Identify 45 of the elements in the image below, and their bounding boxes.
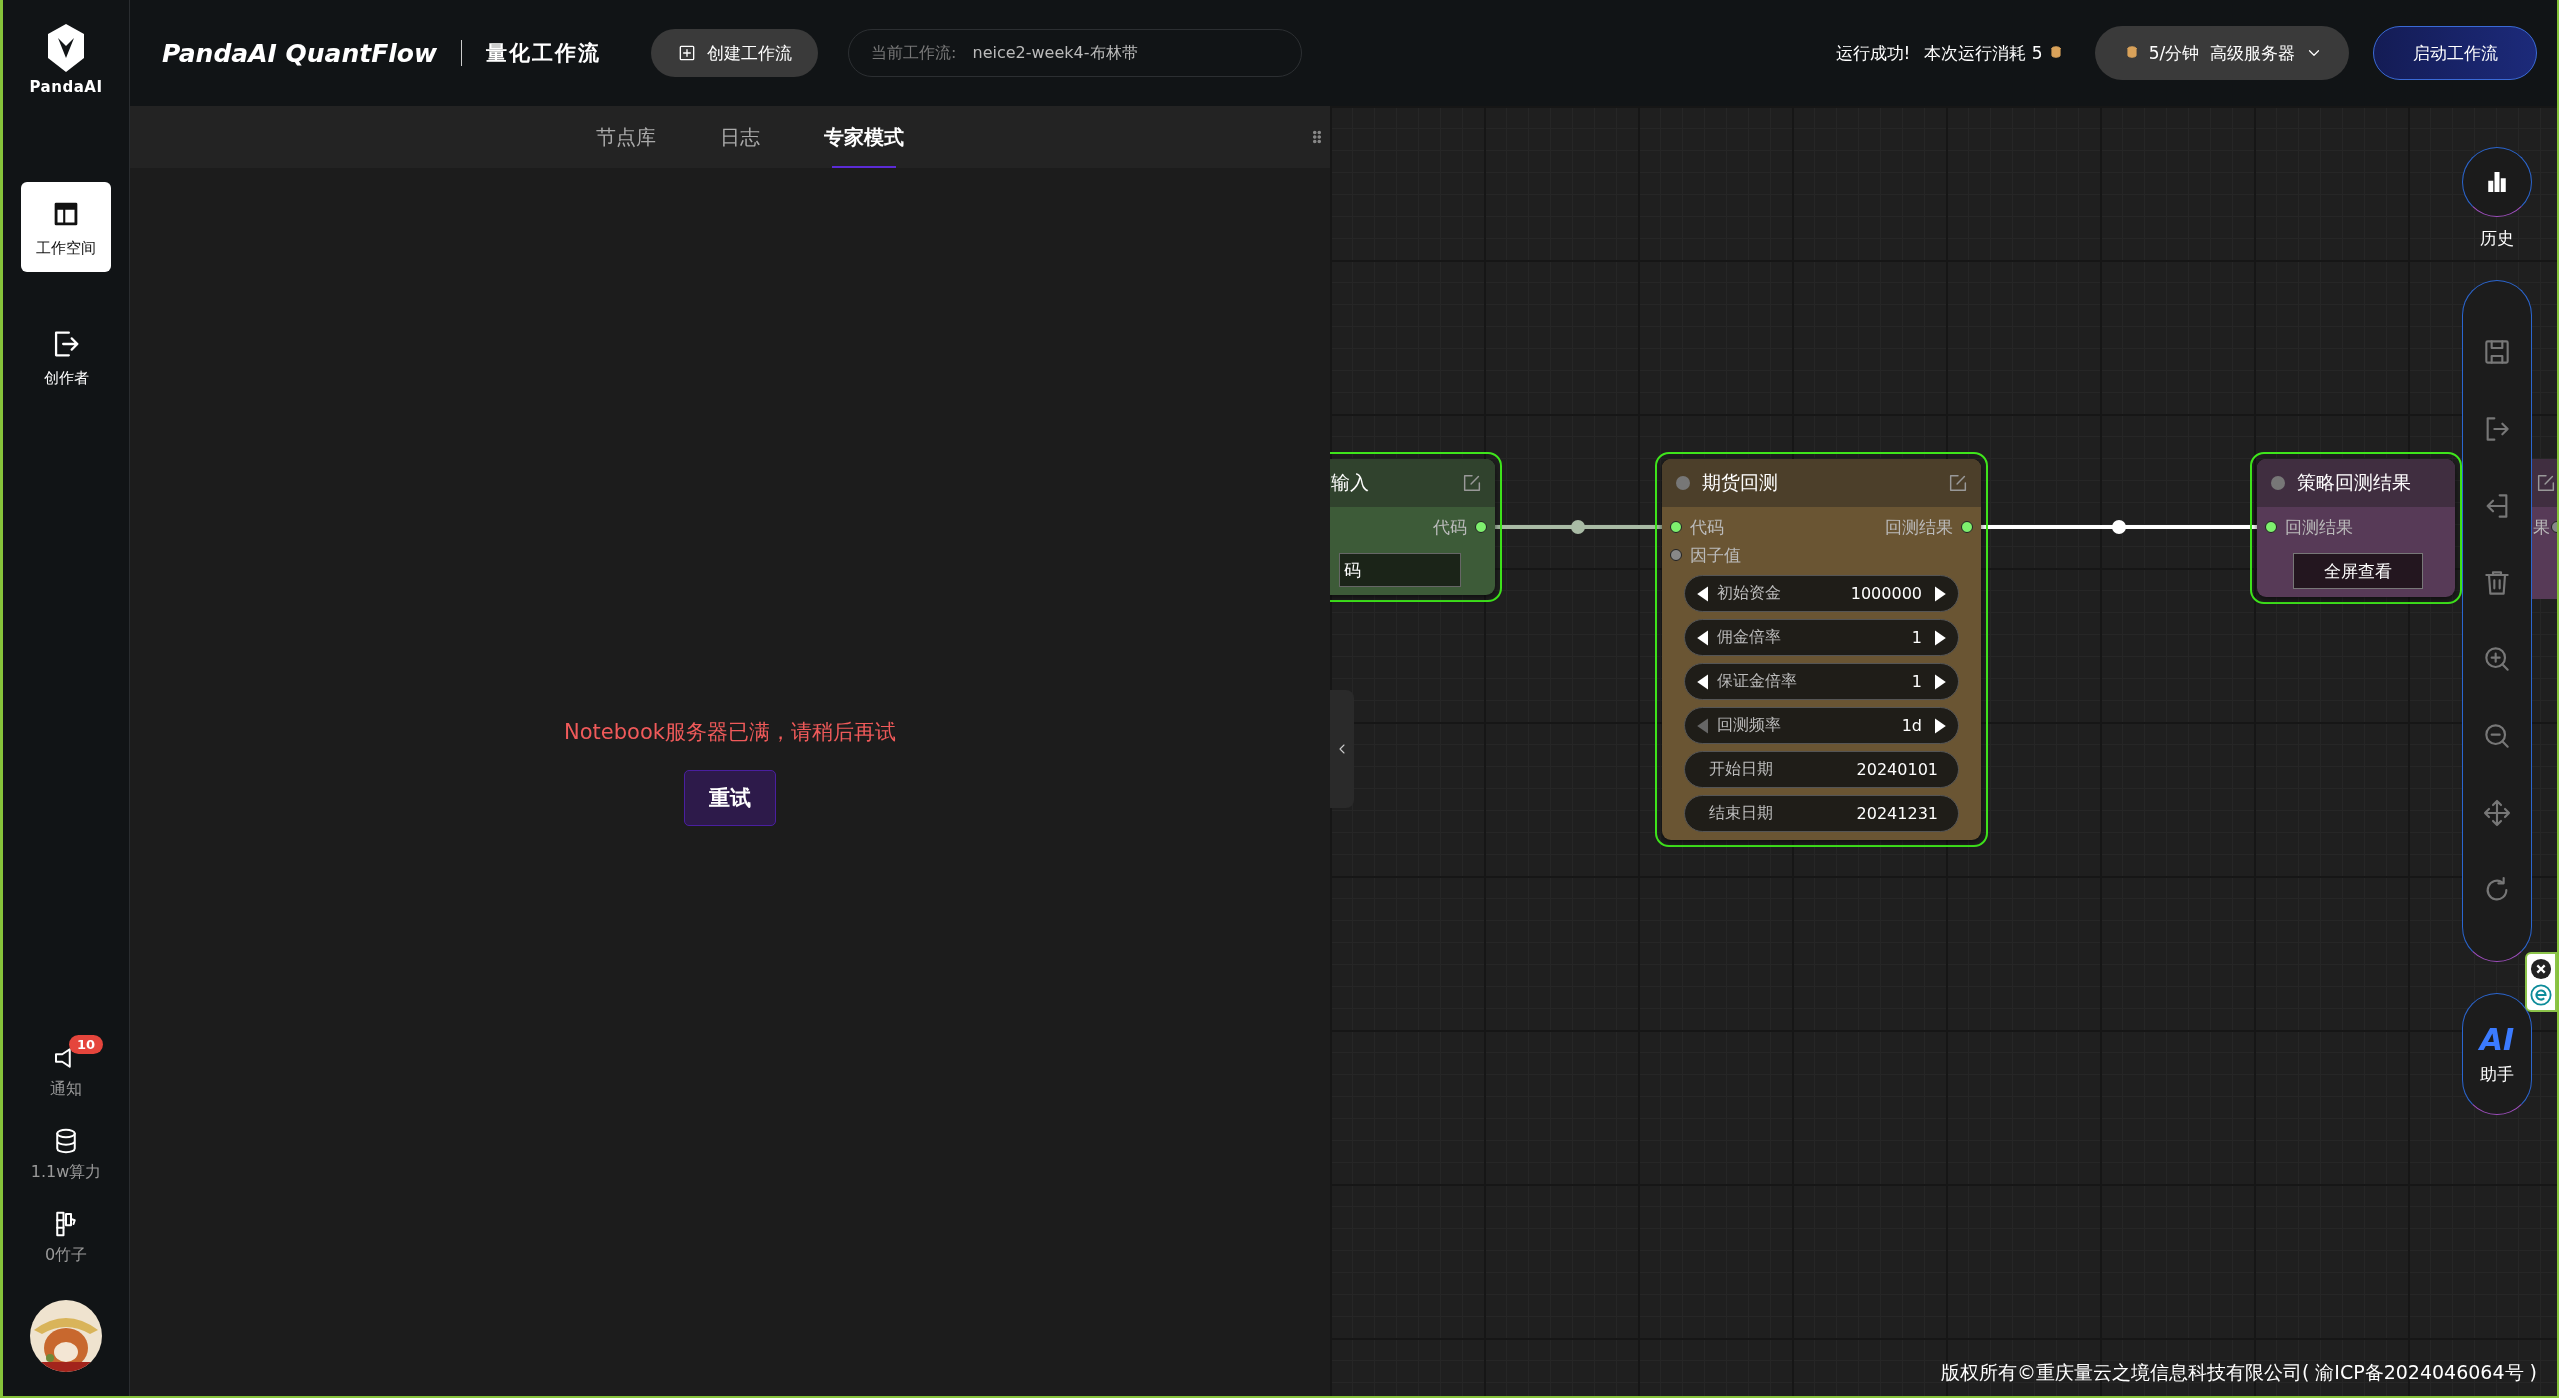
node-card[interactable]: 期货回测 代码 因子值 回测结果 初始资金 1000000 佣金倍率 1 保证金倍率 1 回测频率 1d 开始日期 20240101 结束日期 20241231	[1662, 459, 1981, 840]
assistant-button[interactable]: AI 助手	[2462, 993, 2532, 1115]
sidebar-label[interactable]: 1.1w算力	[30, 1162, 102, 1183]
run-cost: 本次运行消耗 5	[1924, 41, 2043, 65]
port-label: 因子值	[1690, 543, 1741, 567]
stepper-field[interactable]: 回测频率 1d	[1684, 707, 1959, 744]
panel-tab[interactable]: 节点库	[584, 106, 668, 168]
retry-button[interactable]: 重试	[684, 770, 776, 826]
sidebar-label[interactable]: 通知	[50, 1079, 82, 1100]
node-card[interactable]: 输入 代码 码	[1330, 459, 1495, 595]
node-title: 输入	[1331, 470, 1370, 495]
create-workflow-button[interactable]: 创建工作流	[651, 29, 819, 77]
history-label: 历史	[2480, 227, 2514, 250]
run-workflow-button[interactable]: 启动工作流	[2373, 26, 2537, 80]
count-badge: 10	[69, 1035, 104, 1054]
server-select[interactable]: 5/分钟 高级服务器	[2094, 26, 2349, 80]
run-status: 运行成功!	[1835, 41, 1911, 65]
field-label: 当前工作流:	[871, 42, 957, 64]
nav-item[interactable]: 创作者	[21, 312, 111, 402]
port-label: 代码	[1433, 515, 1467, 539]
node-card[interactable]: 策略回测结果 回测结果 全屏查看	[2257, 459, 2455, 597]
stepper-field[interactable]: 初始资金 1000000	[1684, 575, 1959, 612]
port-label: 回测结果	[2285, 515, 2353, 539]
panel-tab[interactable]: 专家模式	[812, 106, 916, 168]
port-label: 果	[2533, 515, 2550, 539]
sidebar-label[interactable]: 0竹子	[44, 1245, 88, 1266]
field-value: neice2-week4-布林带	[972, 42, 1138, 64]
node-card[interactable]: 果	[2531, 459, 2557, 599]
panel-tab[interactable]: 日志	[708, 106, 772, 168]
logo-text: PandaAI	[29, 78, 103, 96]
port-label: 代码	[1690, 515, 1724, 539]
stepper-field[interactable]: 保证金倍率 1	[1684, 663, 1959, 700]
nav-item[interactable]: 工作空间	[21, 182, 111, 272]
node-title: 策略回测结果	[2297, 470, 2412, 495]
fullscreen-button[interactable]: 全屏查看	[2293, 553, 2423, 589]
copyright-text: 版权所有©重庆量云之境信息科技有限公司( 渝ICP备2024046064号 )	[1940, 1360, 2537, 1385]
node-title: 期货回测	[1702, 470, 1779, 495]
error-message: Notebook服务器已满，请稍后再试	[564, 719, 896, 746]
app-subtitle: 量化工作流	[486, 40, 602, 67]
app-title: PandaAI QuantFlow	[162, 38, 438, 68]
code-field[interactable]: 码	[1339, 553, 1461, 587]
port-label: 回测结果	[1885, 515, 1953, 539]
stepper-field[interactable]: 佣金倍率 1	[1684, 619, 1959, 656]
date-field[interactable]: 开始日期 20240101	[1684, 751, 1959, 788]
date-field[interactable]: 结束日期 20241231	[1684, 795, 1959, 832]
